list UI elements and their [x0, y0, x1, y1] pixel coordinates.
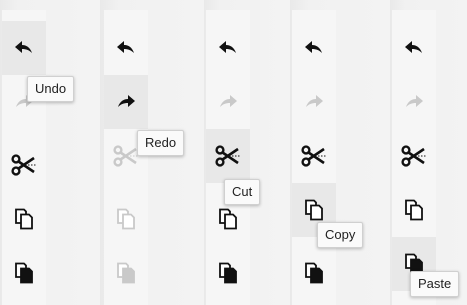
redo-icon — [303, 94, 325, 110]
redo-icon — [217, 94, 239, 110]
undo-button[interactable] — [2, 21, 46, 75]
undo-icon — [303, 40, 325, 56]
redo-button[interactable] — [206, 75, 250, 129]
paste-button[interactable] — [104, 246, 148, 300]
paste-button[interactable] — [2, 246, 46, 300]
copy-icon — [304, 199, 324, 221]
copy-tooltip: Copy — [317, 222, 364, 248]
paste-button[interactable] — [206, 246, 250, 300]
copy-button[interactable] — [104, 192, 148, 246]
redo-icon — [403, 94, 425, 110]
redo-button[interactable] — [392, 75, 436, 129]
copy-icon — [116, 208, 136, 230]
copy-icon — [218, 208, 238, 230]
scissors-icon — [113, 145, 139, 167]
paste-tooltip: Paste — [410, 271, 460, 297]
copy-button[interactable] — [392, 183, 436, 237]
edit-toolbar — [104, 10, 148, 305]
undo-icon — [115, 40, 137, 56]
redo-icon — [115, 94, 137, 110]
undo-icon — [217, 40, 239, 56]
undo-button[interactable] — [104, 21, 148, 75]
edit-toolbar — [292, 10, 336, 305]
cut-button[interactable] — [206, 129, 250, 183]
edit-toolbar — [206, 10, 250, 305]
undo-button[interactable] — [292, 21, 336, 75]
scissors-icon — [215, 145, 241, 167]
redo-button[interactable] — [292, 75, 336, 129]
scissors-icon — [301, 145, 327, 167]
cut-button[interactable] — [392, 129, 436, 183]
frame-undo: Undo — [0, 0, 88, 305]
frame-redo: Redo — [100, 0, 194, 305]
copy-icon — [404, 199, 424, 221]
scissors-icon — [401, 145, 427, 167]
cut-button[interactable] — [292, 129, 336, 183]
paste-button[interactable] — [292, 246, 336, 300]
redo-button[interactable] — [104, 75, 148, 129]
undo-button[interactable] — [392, 21, 436, 75]
undo-button[interactable] — [206, 21, 250, 75]
frame-paste: Paste — [390, 0, 467, 305]
paste-icon — [304, 262, 324, 284]
redo-tooltip: Redo — [137, 130, 185, 156]
edit-toolbar — [2, 10, 46, 305]
copy-icon — [14, 208, 34, 230]
cut-button[interactable] — [2, 138, 46, 192]
undo-icon — [13, 40, 35, 56]
paste-icon — [116, 262, 136, 284]
paste-icon — [218, 262, 238, 284]
paste-icon — [14, 262, 34, 284]
undo-icon — [403, 40, 425, 56]
edit-toolbar — [392, 10, 436, 305]
frame-cut: Cut — [204, 0, 284, 305]
scissors-icon — [11, 154, 37, 176]
frame-copy: Copy — [290, 0, 384, 305]
undo-tooltip: Undo — [27, 76, 75, 102]
copy-button[interactable] — [2, 192, 46, 246]
cut-tooltip: Cut — [224, 179, 261, 205]
